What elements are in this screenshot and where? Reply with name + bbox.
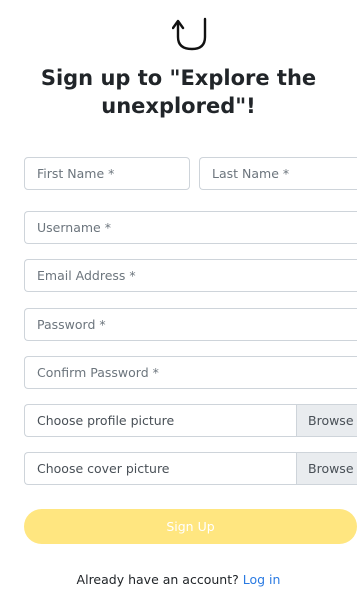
last-name-placeholder: Last Name *: [212, 166, 290, 181]
signup-page: Sign up to "Explore the unexplored"! Fir…: [0, 0, 357, 596]
first-name-placeholder: First Name *: [37, 166, 115, 181]
cover-picture-file-input[interactable]: Choose cover picture Browse: [24, 452, 357, 485]
profile-picture-label: Choose profile picture: [37, 413, 175, 428]
confirm-password-placeholder: Confirm Password *: [37, 365, 159, 380]
last-name-input[interactable]: Last Name *: [199, 157, 357, 190]
arrow-u-turn-logo-icon: [172, 17, 207, 51]
cover-picture-label: Choose cover picture: [37, 461, 170, 476]
password-placeholder: Password *: [37, 317, 106, 332]
email-input[interactable]: Email Address *: [24, 259, 357, 292]
first-name-input[interactable]: First Name *: [24, 157, 190, 190]
page-title: Sign up to "Explore the unexplored"!: [40, 66, 317, 118]
username-input[interactable]: Username *: [24, 211, 357, 244]
username-placeholder: Username *: [37, 220, 111, 235]
password-input[interactable]: Password *: [24, 308, 357, 341]
profile-picture-browse-button[interactable]: Browse: [296, 405, 357, 436]
cover-picture-browse-button[interactable]: Browse: [296, 453, 357, 484]
confirm-password-input[interactable]: Confirm Password *: [24, 356, 357, 389]
login-link[interactable]: Log in: [243, 572, 281, 587]
profile-picture-file-input[interactable]: Choose profile picture Browse: [24, 404, 357, 437]
login-prompt: Already have an account? Log in: [0, 572, 357, 587]
sign-up-button[interactable]: Sign Up: [24, 509, 357, 544]
login-prompt-text: Already have an account?: [76, 572, 239, 587]
email-placeholder: Email Address *: [37, 268, 136, 283]
